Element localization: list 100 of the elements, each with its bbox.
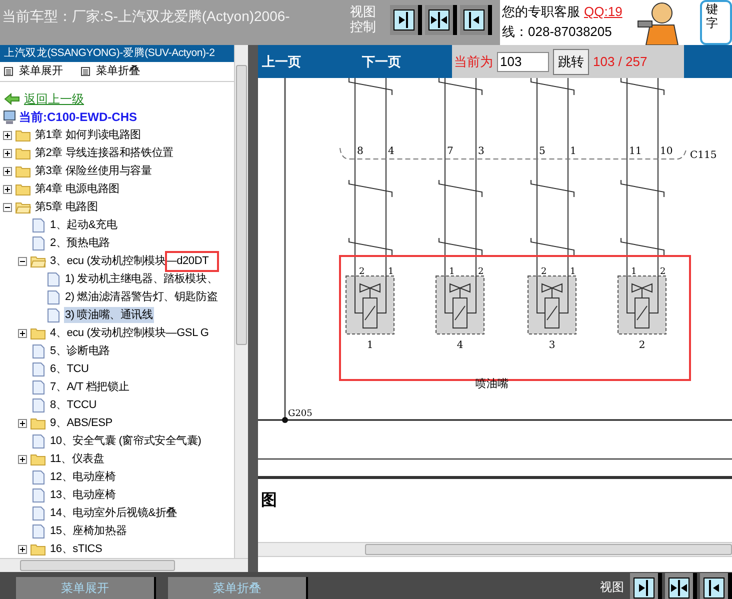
page-icon — [32, 362, 44, 376]
pin-label: 2 — [478, 267, 484, 277]
highlight-box — [165, 251, 219, 272]
pin-label: 2 — [660, 267, 666, 277]
tree-item[interactable]: 10、安全气囊 (窗帘式安全气囊) — [49, 433, 202, 449]
menu-toggle-button[interactable]: 菜单折叠 — [81, 63, 140, 80]
expand-icon[interactable] — [3, 130, 12, 140]
folder-icon — [15, 164, 31, 178]
next-page-button[interactable]: 下一页 — [362, 52, 452, 72]
tree-item[interactable]: 5、诊断电路 — [49, 343, 111, 359]
tree-item[interactable]: 1、起动&充电 — [49, 217, 118, 233]
tree-item[interactable]: 14、电动室外后视镜&折叠 — [49, 505, 178, 521]
pin-label: 2 — [541, 267, 547, 277]
tree-item[interactable]: 13、电动座椅 — [49, 487, 117, 503]
support-phone-text: 线：028-87038205 — [502, 22, 613, 40]
tree-item[interactable]: 16、sTICS — [49, 541, 104, 557]
injector-symbol — [346, 276, 394, 334]
tree-item[interactable]: 1) 发动机主继电器、踏板模块、 — [64, 271, 219, 287]
tree-item[interactable]: 4、ecu (发动机控制模块—GSL G — [49, 325, 210, 341]
tree-item[interactable]: 7、A/T 档把锁止 — [49, 379, 130, 395]
page-icon — [46, 308, 60, 322]
computer-icon — [3, 110, 16, 124]
expand-icon[interactable] — [18, 418, 27, 428]
page-icon — [32, 398, 44, 412]
tree-item[interactable]: 9、ABS/ESP — [49, 415, 114, 431]
injector-label: 1 — [366, 340, 374, 351]
collapse-icon[interactable] — [18, 256, 27, 266]
scrollbar-thumb[interactable] — [365, 544, 732, 555]
injector-symbol — [528, 276, 576, 334]
collapse-icon[interactable] — [3, 202, 12, 212]
current-page-label: 当前为 — [454, 52, 493, 71]
expand-icon[interactable] — [18, 454, 27, 464]
view-layout-button[interactable] — [425, 5, 457, 35]
page-icon — [32, 344, 44, 358]
folder-icon — [15, 182, 31, 196]
horizontal-scrollbar[interactable] — [0, 558, 248, 572]
diagram-caption: 喷油嘴 — [476, 378, 508, 390]
pin-label: 1 — [388, 267, 394, 277]
view-layout-button[interactable] — [665, 573, 697, 599]
page-icon — [32, 488, 44, 502]
connector-label: C115 — [690, 150, 717, 161]
pin-label: 8 — [357, 146, 364, 157]
tree-item[interactable]: 2、预热电路 — [49, 235, 111, 251]
tree-item[interactable]: 第1章 如何判读电路图 — [34, 127, 142, 143]
panel-title: 上汽双龙(SSANGYONG)-爱腾(SUV-Actyon)-2 — [4, 46, 215, 61]
page-icon — [32, 506, 44, 520]
view-control-label: 视图 — [600, 579, 624, 596]
expand-icon[interactable] — [3, 166, 12, 176]
pin-label: 1 — [631, 267, 637, 277]
tree-item[interactable]: 8、TCCU — [49, 397, 98, 413]
keyword-box-text: 键字 — [706, 2, 719, 30]
vehicle-model-text: 当前车型：厂家:S-上汽双龙爱腾(Actyon)2006- — [2, 8, 290, 24]
view-layout-button[interactable] — [630, 573, 662, 599]
jump-button[interactable]: 跳转 — [553, 48, 589, 74]
tree-item[interactable]: 第2章 导线连接器和搭铁位置 — [34, 145, 174, 161]
folder-icon — [15, 200, 31, 214]
view-control-label: 视图控制 — [350, 4, 377, 34]
expand-icon[interactable] — [18, 328, 27, 338]
folder-icon — [15, 146, 31, 160]
view-layout-button[interactable] — [390, 5, 422, 35]
page-icon — [32, 218, 44, 232]
folder-icon — [30, 416, 46, 430]
scrollbar-thumb[interactable] — [20, 560, 175, 571]
tree-item[interactable]: 第4章 电源电路图 — [34, 181, 120, 197]
injector-symbol — [436, 276, 484, 334]
expand-icon[interactable] — [3, 148, 12, 158]
injector-label: 4 — [456, 340, 464, 351]
page-icon — [32, 524, 44, 538]
page-icon — [32, 434, 44, 448]
page-number-field[interactable]: 103 — [497, 52, 549, 72]
page-count: 103 / 257 — [593, 52, 648, 71]
tree-item[interactable]: 11、仪表盘 — [49, 451, 106, 467]
current-document-label: 当前:C100-EWD-CHS — [19, 109, 138, 126]
view-layout-button[interactable] — [460, 5, 492, 35]
tree-item[interactable]: 3) 喷油嘴、通讯线 — [64, 307, 154, 323]
expand-icon[interactable] — [3, 184, 12, 194]
pin-label: 3 — [478, 146, 484, 157]
tree-item[interactable]: 第3章 保险丝使用与容量 — [34, 163, 153, 179]
tree-item[interactable]: 第5章 电路图 — [34, 199, 99, 215]
page-icon — [32, 470, 44, 484]
pin-label: 1 — [449, 267, 455, 277]
pin-label: 4 — [388, 146, 394, 157]
page-icon — [46, 290, 60, 304]
tree-item[interactable]: 2) 燃油滤清器警告灯、钥匙防盗 — [64, 289, 219, 305]
support-text: 您的专职客服 — [502, 3, 580, 21]
vertical-scrollbar[interactable] — [234, 45, 248, 558]
qq-link[interactable]: QQ:19 — [584, 2, 622, 22]
menu-toggle-button[interactable]: 菜单展开 — [4, 63, 63, 80]
tree-item[interactable]: 15、座椅加热器 — [49, 523, 128, 539]
pin-label: 1 — [570, 146, 576, 157]
pin-label: 11 — [629, 146, 642, 157]
horizontal-scrollbar[interactable] — [258, 542, 732, 557]
tree-item[interactable]: 6、TCU — [49, 361, 90, 377]
tree-item[interactable]: 12、电动座椅 — [49, 469, 117, 485]
scrollbar-thumb[interactable] — [236, 65, 247, 345]
view-layout-button[interactable] — [700, 573, 732, 599]
back-link[interactable]: 返回上一级 — [24, 90, 84, 108]
tree-item[interactable]: 3、ecu (发动机控制模块—d20DT — [49, 253, 210, 269]
previous-page-button[interactable]: 上一页 — [262, 52, 362, 72]
expand-icon[interactable] — [18, 544, 27, 554]
